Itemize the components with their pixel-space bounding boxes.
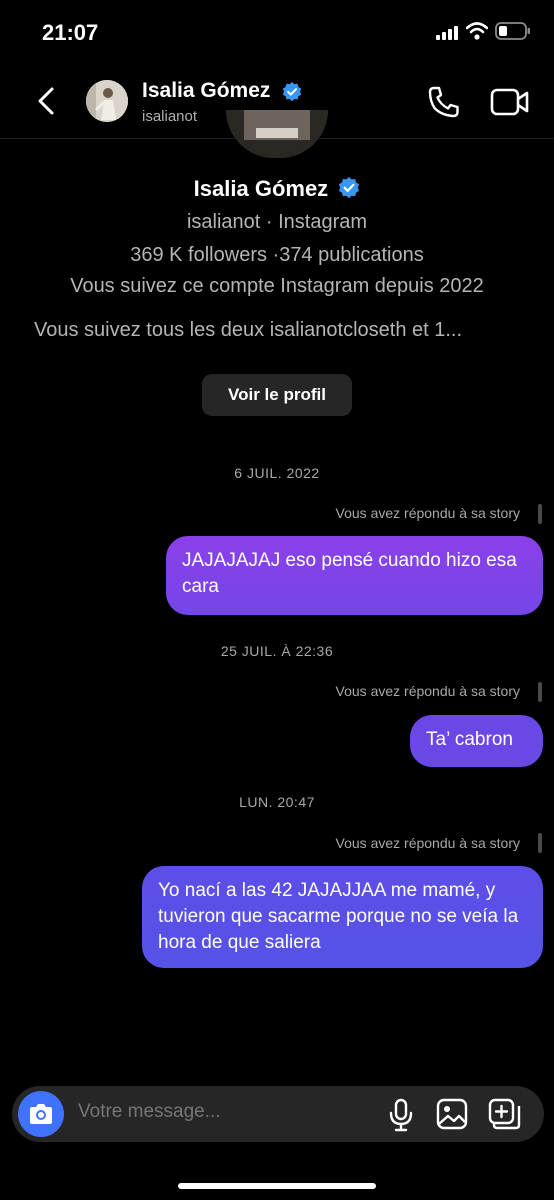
profile-subtitle: isalianot · Instagram xyxy=(186,211,368,233)
story-reply-note: Vous avez répondu à sa story xyxy=(335,835,520,851)
profile-name: Isalia Gómez xyxy=(0,176,554,202)
sticker-icon[interactable] xyxy=(488,1097,522,1131)
date-separator: 6 JUIL. 2022 xyxy=(234,465,320,481)
story-preview-bar[interactable] xyxy=(538,833,542,853)
home-indicator xyxy=(178,1183,376,1189)
wifi-icon xyxy=(466,22,488,40)
story-preview-bar[interactable] xyxy=(538,504,542,524)
contact-username: isalianot xyxy=(142,108,198,125)
video-icon[interactable] xyxy=(490,86,530,118)
battery-icon xyxy=(495,22,530,40)
microphone-icon[interactable] xyxy=(388,1098,414,1132)
date-separator: LUN. 20:47 xyxy=(239,794,315,810)
phone-icon[interactable] xyxy=(426,84,462,120)
contact-name[interactable]: Isalia Gómez xyxy=(142,79,270,103)
verified-icon xyxy=(339,177,360,199)
avatar[interactable] xyxy=(86,80,128,122)
signal-icon xyxy=(436,26,458,40)
message-bubble[interactable]: JAJAJAJAJ eso pensé cuando hizo esa cara xyxy=(166,536,543,615)
story-reply-note: Vous avez répondu à sa story xyxy=(335,505,520,521)
gallery-icon[interactable] xyxy=(436,1098,468,1130)
view-profile-button[interactable]: Voir le profil xyxy=(202,374,352,416)
date-separator: 25 JUIL. À 22:36 xyxy=(220,643,334,659)
story-reply-note: Vous avez répondu à sa story xyxy=(335,683,520,699)
message-bubble[interactable]: Ta’ cabron xyxy=(410,715,543,767)
verified-icon xyxy=(282,82,302,102)
profile-following-since: Vous suivez ce compte Instagram depuis 2… xyxy=(70,275,484,297)
camera-icon xyxy=(30,1104,52,1124)
profile-mutual-followers: Vous suivez tous les deux isalianotclose… xyxy=(34,319,463,341)
status-time: 21:07 xyxy=(42,20,99,45)
message-input[interactable] xyxy=(76,1100,360,1124)
profile-stats: 369 K followers ·374 publications xyxy=(130,244,424,266)
profile-name-text: Isalia Gómez xyxy=(193,176,329,201)
message-bubble[interactable]: Yo nací a las 42 JAJAJJAA me mamé, y tuv… xyxy=(142,866,543,968)
back-icon[interactable] xyxy=(30,84,64,118)
profile-photo[interactable] xyxy=(226,110,328,158)
story-preview-bar[interactable] xyxy=(538,682,542,702)
camera-button[interactable] xyxy=(18,1091,64,1137)
